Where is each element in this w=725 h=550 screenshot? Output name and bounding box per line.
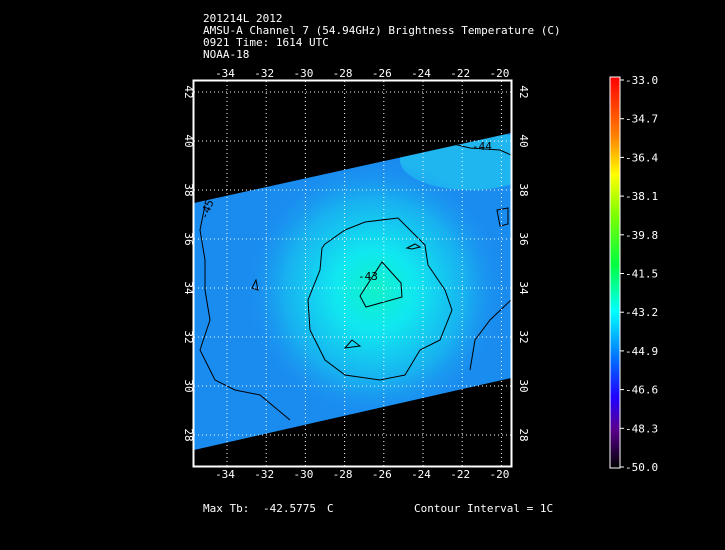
satellite-swath — [194, 133, 511, 450]
x-tick-label: -20 — [489, 67, 509, 80]
colorbar-tick-label: -39.8 — [625, 229, 658, 242]
y-tick-label: 36 — [182, 232, 195, 245]
max-tb-value: -42.5775 — [263, 502, 316, 515]
y-tick-label: 36 — [517, 232, 530, 245]
y-tick-label: 40 — [182, 134, 195, 147]
max-tb-unit: C — [327, 502, 334, 515]
y-tick-label: 30 — [182, 379, 195, 392]
y-tick-label: 32 — [517, 330, 530, 343]
x-tick-label: -20 — [489, 468, 509, 481]
colorbar-tick-label: -41.5 — [625, 268, 658, 281]
colorbar — [609, 76, 621, 469]
x-tick-label: -26 — [372, 468, 392, 481]
x-tick-label: -26 — [372, 67, 392, 80]
y-tick-label: 38 — [182, 183, 195, 196]
contour-label-44: -44 — [472, 140, 492, 153]
colorbar-tick-label: -44.9 — [625, 345, 658, 358]
y-tick-label: 34 — [182, 281, 195, 295]
x-tick-label: -28 — [333, 67, 353, 80]
x-tick-label: -32 — [254, 67, 274, 80]
x-tick-label: -22 — [450, 67, 470, 80]
y-tick-label: 32 — [182, 330, 195, 343]
y-tick-label: 40 — [517, 134, 530, 147]
colorbar-tick-label: -33.0 — [625, 74, 658, 87]
y-tick-label: 28 — [517, 428, 530, 441]
y-tick-label: 42 — [517, 85, 530, 98]
y-tick-label: 34 — [517, 281, 530, 295]
brightness-temperature-map: -34 -32 -30 -28 -26 -24 -22 -20 -34 -32 -30 -28 -26 -… — [182, 67, 658, 481]
y-tick-label: 38 — [517, 183, 530, 196]
x-tick-label: -32 — [254, 468, 274, 481]
contour-interval: Contour Interval = 1C — [414, 502, 554, 515]
x-tick-label: -24 — [411, 67, 431, 80]
colorbar-tick-label: -34.7 — [625, 113, 658, 126]
x-tick-label: -28 — [333, 468, 353, 481]
contour-label-43: -43 — [358, 270, 378, 283]
max-tb-label: Max Tb: — [203, 502, 250, 515]
colorbar-tick-label: -43.2 — [625, 306, 658, 319]
colorbar-tick-label: -48.3 — [625, 422, 658, 435]
colorbar-tick-label: -50.0 — [625, 461, 658, 474]
colorbar-tick-label: -46.6 — [625, 384, 658, 397]
x-tick-label: -22 — [450, 468, 470, 481]
colorbar-tick-label: -36.4 — [625, 151, 658, 164]
x-tick-label: -24 — [411, 468, 431, 481]
colorbar-tick-label: -38.1 — [625, 190, 658, 203]
x-tick-label: -34 — [215, 468, 235, 481]
x-tick-label: -30 — [293, 468, 313, 481]
y-tick-label: 28 — [182, 428, 195, 441]
x-tick-label: -30 — [293, 67, 313, 80]
x-tick-label: -34 — [215, 67, 235, 80]
y-tick-label: 30 — [517, 379, 530, 392]
y-tick-label: 42 — [182, 85, 195, 98]
